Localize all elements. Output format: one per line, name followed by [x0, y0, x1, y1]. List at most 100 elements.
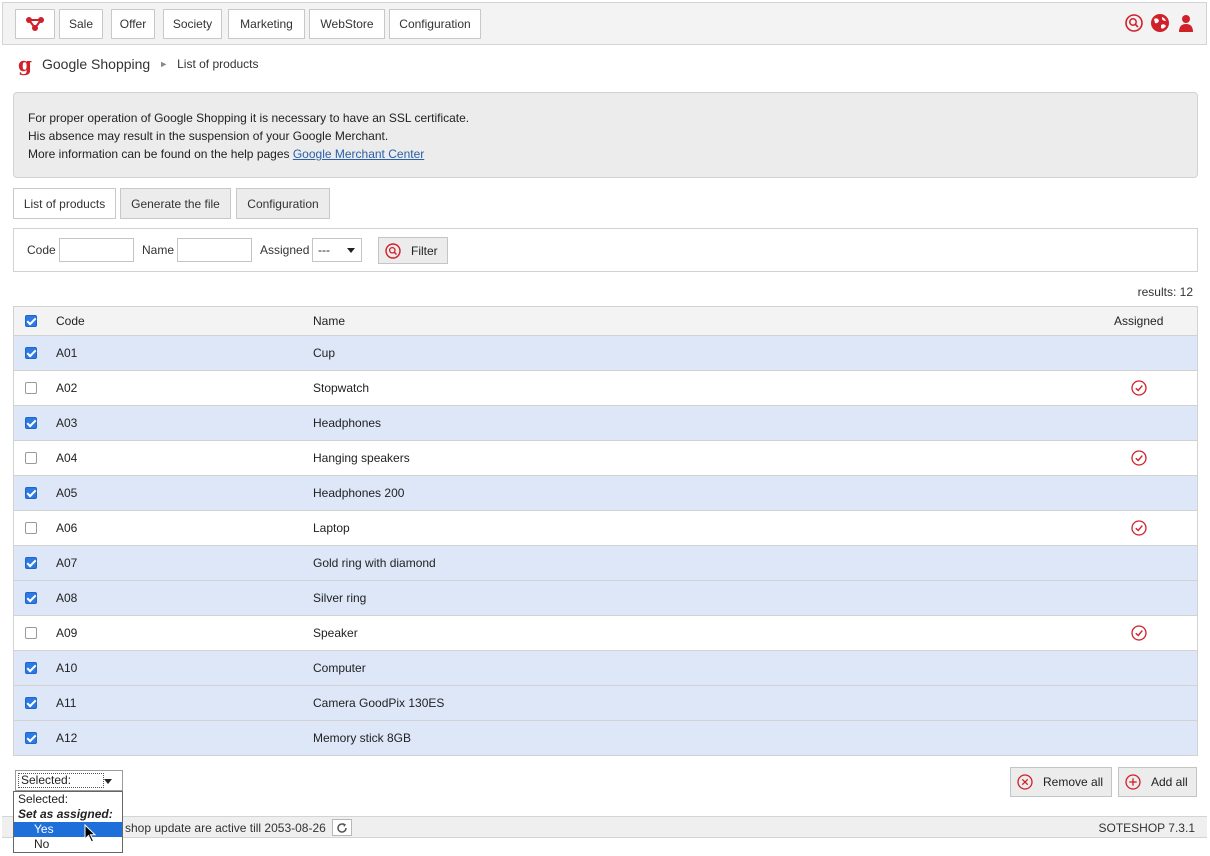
dropdown-option-yes[interactable]: Yes	[14, 822, 122, 837]
table-row[interactable]: A08 Silver ring	[14, 581, 1197, 616]
nav-configuration[interactable]: Configuration	[389, 9, 481, 39]
top-navigation-bar: Sale Offer Society Marketing WebStore Co…	[2, 2, 1207, 45]
search-icon[interactable]	[1124, 13, 1144, 33]
notice-line-2: His absence may result in the suspension…	[28, 129, 389, 143]
row-checkbox[interactable]	[25, 732, 37, 744]
tab-configuration[interactable]: Configuration	[236, 188, 330, 219]
tab-list-of-products[interactable]: List of products	[13, 188, 116, 219]
row-name[interactable]: Speaker	[313, 616, 358, 650]
assigned-check-icon	[1131, 520, 1147, 536]
row-name[interactable]: Computer	[313, 651, 366, 685]
tab-generate-file[interactable]: Generate the file	[120, 188, 231, 219]
row-code[interactable]: A06	[56, 511, 77, 545]
google-merchant-center-link[interactable]: Google Merchant Center	[293, 147, 424, 161]
dropdown-option-selected[interactable]: Selected:	[14, 792, 122, 807]
row-checkbox[interactable]	[25, 627, 37, 639]
table-row[interactable]: A12 Memory stick 8GB	[14, 721, 1197, 756]
row-name[interactable]: Headphones 200	[313, 476, 404, 510]
breadcrumb-separator-icon: ►	[159, 59, 169, 69]
table-row[interactable]: A05 Headphones 200	[14, 476, 1197, 511]
code-filter-label: Code	[27, 243, 56, 257]
bulk-action-value: Selected:	[18, 773, 104, 788]
version-label: SOTESHOP 7.3.1	[1098, 821, 1196, 835]
add-all-label: Add all	[1151, 775, 1188, 789]
assigned-filter-select[interactable]: ---	[312, 238, 362, 262]
code-filter-input[interactable]	[59, 238, 134, 262]
table-row[interactable]: A04 Hanging speakers	[14, 441, 1197, 476]
row-name[interactable]: Laptop	[313, 511, 350, 545]
products-table: Code Name Assigned A01 Cup A02 Stopwatch A03…	[13, 306, 1198, 756]
row-code[interactable]: A05	[56, 476, 77, 510]
table-row[interactable]: A01 Cup	[14, 336, 1197, 371]
table-row[interactable]: A07 Gold ring with diamond	[14, 546, 1197, 581]
column-header-code[interactable]: Code	[56, 307, 85, 335]
chevron-down-icon	[104, 779, 112, 784]
breadcrumb-module[interactable]: Google Shopping	[42, 56, 150, 72]
name-filter-input[interactable]	[177, 238, 252, 262]
row-name[interactable]: Stopwatch	[313, 371, 369, 405]
notice-line-3-text: More information can be found on the hel…	[28, 147, 293, 161]
user-icon[interactable]	[1176, 13, 1196, 33]
filter-button[interactable]: Filter	[378, 237, 448, 264]
search-icon	[385, 242, 401, 259]
name-filter-label: Name	[142, 243, 175, 257]
table-row[interactable]: A06 Laptop	[14, 511, 1197, 546]
row-checkbox[interactable]	[25, 487, 37, 499]
row-code[interactable]: A03	[56, 406, 77, 440]
remove-all-button[interactable]: Remove all	[1010, 767, 1112, 797]
dropdown-option-no[interactable]: No	[14, 837, 122, 852]
home-logo-button[interactable]	[15, 9, 55, 39]
row-name[interactable]: Gold ring with diamond	[313, 546, 436, 580]
table-row[interactable]: A02 Stopwatch	[14, 371, 1197, 406]
row-checkbox[interactable]	[25, 417, 37, 429]
row-name[interactable]: Headphones	[313, 406, 381, 440]
row-checkbox[interactable]	[25, 522, 37, 534]
soteshop-logo-icon	[26, 17, 44, 31]
row-name[interactable]: Camera GoodPix 130ES	[313, 686, 444, 720]
table-row[interactable]: A10 Computer	[14, 651, 1197, 686]
row-name[interactable]: Cup	[313, 336, 335, 370]
nav-marketing[interactable]: Marketing	[228, 9, 305, 39]
update-status-text: shop update are active till 2053-08-26	[125, 821, 326, 835]
refresh-button[interactable]	[332, 819, 352, 836]
assigned-filter-value: ---	[318, 243, 330, 257]
row-name[interactable]: Memory stick 8GB	[313, 721, 411, 755]
row-checkbox[interactable]	[25, 452, 37, 464]
row-code[interactable]: A10	[56, 651, 77, 685]
column-header-name[interactable]: Name	[313, 307, 345, 335]
table-row[interactable]: A03 Headphones	[14, 406, 1197, 441]
row-checkbox[interactable]	[25, 382, 37, 394]
select-all-checkbox[interactable]	[25, 315, 37, 327]
table-header-row: Code Name Assigned	[14, 307, 1197, 336]
nav-society[interactable]: Society	[163, 9, 222, 39]
row-code[interactable]: A12	[56, 721, 77, 755]
row-code[interactable]: A01	[56, 336, 77, 370]
filter-button-label: Filter	[411, 243, 438, 258]
row-code[interactable]: A09	[56, 616, 77, 650]
row-checkbox[interactable]	[25, 592, 37, 604]
row-name[interactable]: Hanging speakers	[313, 441, 410, 475]
add-circle-icon	[1125, 774, 1141, 790]
nav-sale[interactable]: Sale	[59, 9, 103, 39]
nav-webstore[interactable]: WebStore	[309, 9, 385, 39]
column-header-assigned[interactable]: Assigned	[1114, 307, 1163, 335]
nav-offer[interactable]: Offer	[111, 9, 155, 39]
row-code[interactable]: A11	[56, 686, 76, 720]
refresh-icon	[337, 822, 347, 833]
row-code[interactable]: A08	[56, 581, 77, 615]
table-row[interactable]: A09 Speaker	[14, 616, 1197, 651]
bulk-action-select[interactable]: Selected:	[15, 770, 123, 791]
row-code[interactable]: A07	[56, 546, 77, 580]
row-code[interactable]: A04	[56, 441, 77, 475]
row-checkbox[interactable]	[25, 697, 37, 709]
globe-icon[interactable]	[1150, 13, 1170, 33]
google-shopping-logo-icon: g	[18, 52, 32, 76]
row-checkbox[interactable]	[25, 662, 37, 674]
assigned-check-icon	[1131, 450, 1147, 466]
row-code[interactable]: A02	[56, 371, 77, 405]
row-checkbox[interactable]	[25, 557, 37, 569]
row-checkbox[interactable]	[25, 347, 37, 359]
table-row[interactable]: A11 Camera GoodPix 130ES	[14, 686, 1197, 721]
row-name[interactable]: Silver ring	[313, 581, 366, 615]
add-all-button[interactable]: Add all	[1118, 767, 1197, 797]
